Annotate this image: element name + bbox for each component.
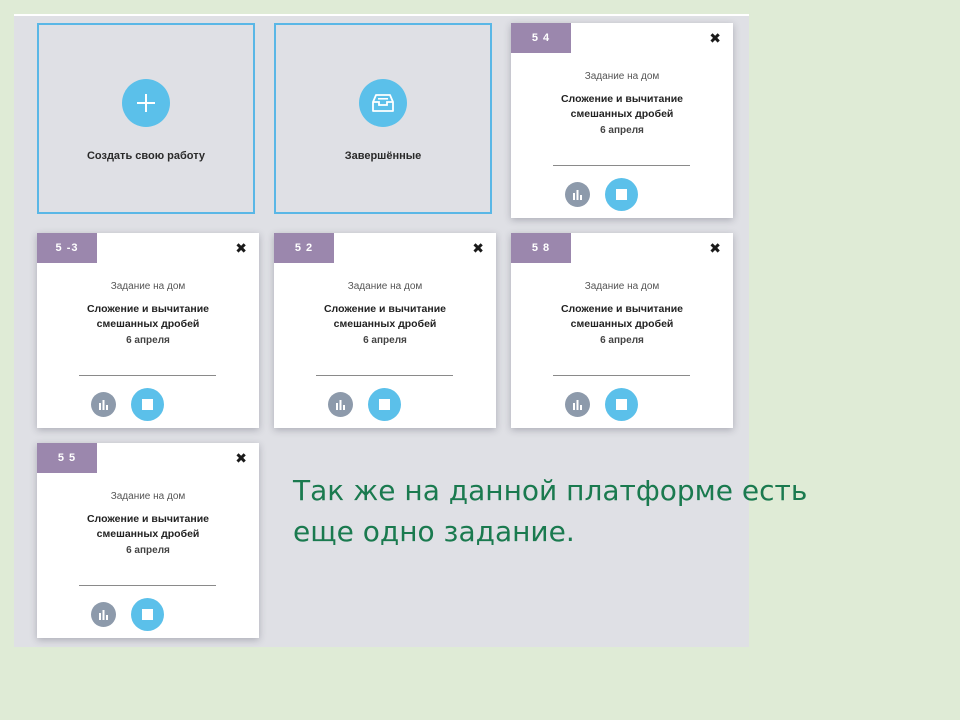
assignment-card[interactable]: 5 -3 ✖ Задание на дом Сложение и вычитан… (37, 233, 259, 428)
assignment-title: Сложение и вычитание смешанных дробей (323, 303, 447, 330)
class-badge: 5 5 (37, 443, 97, 473)
statistics-button[interactable] (565, 182, 590, 207)
stop-button[interactable] (368, 388, 401, 421)
assignment-date: 6 апреля (600, 335, 644, 346)
close-icon[interactable]: ✖ (709, 30, 721, 46)
assignment-date: 6 апреля (600, 125, 644, 136)
close-icon[interactable]: ✖ (235, 240, 247, 256)
class-badge: 5 2 (274, 233, 334, 263)
divider (79, 585, 216, 586)
completed-button[interactable] (359, 79, 407, 127)
close-icon[interactable]: ✖ (709, 240, 721, 256)
stop-button[interactable] (131, 388, 164, 421)
stop-icon (379, 399, 390, 410)
slide-caption: Так же на данной платформе есть еще одно… (293, 474, 808, 548)
create-work-button[interactable] (122, 79, 170, 127)
assignment-card[interactable]: 5 5 ✖ Задание на дом Сложение и вычитани… (37, 443, 259, 638)
assignment-date: 6 апреля (126, 545, 170, 556)
statistics-button[interactable] (328, 392, 353, 417)
panel-top-border (14, 14, 749, 16)
assignment-card[interactable]: 5 2 ✖ Задание на дом Сложение и вычитани… (274, 233, 496, 428)
bar-chart-icon (99, 610, 108, 620)
close-icon[interactable]: ✖ (235, 450, 247, 466)
assignment-type: Задание на дом (347, 281, 423, 292)
divider (316, 375, 453, 376)
bar-chart-icon (573, 400, 582, 410)
divider (553, 375, 690, 376)
stop-icon (616, 399, 627, 410)
stop-icon (616, 189, 627, 200)
stop-button[interactable] (131, 598, 164, 631)
bar-chart-icon (336, 400, 345, 410)
assignment-title: Сложение и вычитание смешанных дробей (86, 303, 210, 330)
create-work-label: Создать свою работу (86, 150, 206, 162)
assignment-date: 6 апреля (363, 335, 407, 346)
class-badge: 5 8 (511, 233, 571, 263)
statistics-button[interactable] (91, 392, 116, 417)
completed-label: Завершённые (344, 150, 422, 162)
assignment-date: 6 апреля (126, 335, 170, 346)
completed-tile[interactable]: Завершённые (274, 23, 492, 214)
assignment-title: Сложение и вычитание смешанных дробей (86, 513, 210, 540)
stop-button[interactable] (605, 388, 638, 421)
divider (553, 165, 690, 166)
assignment-type: Задание на дом (584, 71, 660, 82)
close-icon[interactable]: ✖ (472, 240, 484, 256)
divider (79, 375, 216, 376)
assignment-type: Задание на дом (110, 281, 186, 292)
assignment-type: Задание на дом (584, 281, 660, 292)
class-badge: 5 4 (511, 23, 571, 53)
assignment-title: Сложение и вычитание смешанных дробей (560, 303, 684, 330)
statistics-button[interactable] (565, 392, 590, 417)
assignment-card[interactable]: 5 4 ✖ Задание на дом Сложение и вычитани… (511, 23, 733, 218)
assignment-type: Задание на дом (110, 491, 186, 502)
create-work-tile[interactable]: Создать свою работу (37, 23, 255, 214)
assignment-title: Сложение и вычитание смешанных дробей (560, 93, 684, 120)
class-badge: 5 -3 (37, 233, 97, 263)
stop-button[interactable] (605, 178, 638, 211)
archive-box-icon (372, 94, 394, 112)
assignment-card[interactable]: 5 8 ✖ Задание на дом Сложение и вычитани… (511, 233, 733, 428)
statistics-button[interactable] (91, 602, 116, 627)
plus-icon (137, 94, 155, 112)
stop-icon (142, 609, 153, 620)
bar-chart-icon (99, 400, 108, 410)
bar-chart-icon (573, 190, 582, 200)
stop-icon (142, 399, 153, 410)
